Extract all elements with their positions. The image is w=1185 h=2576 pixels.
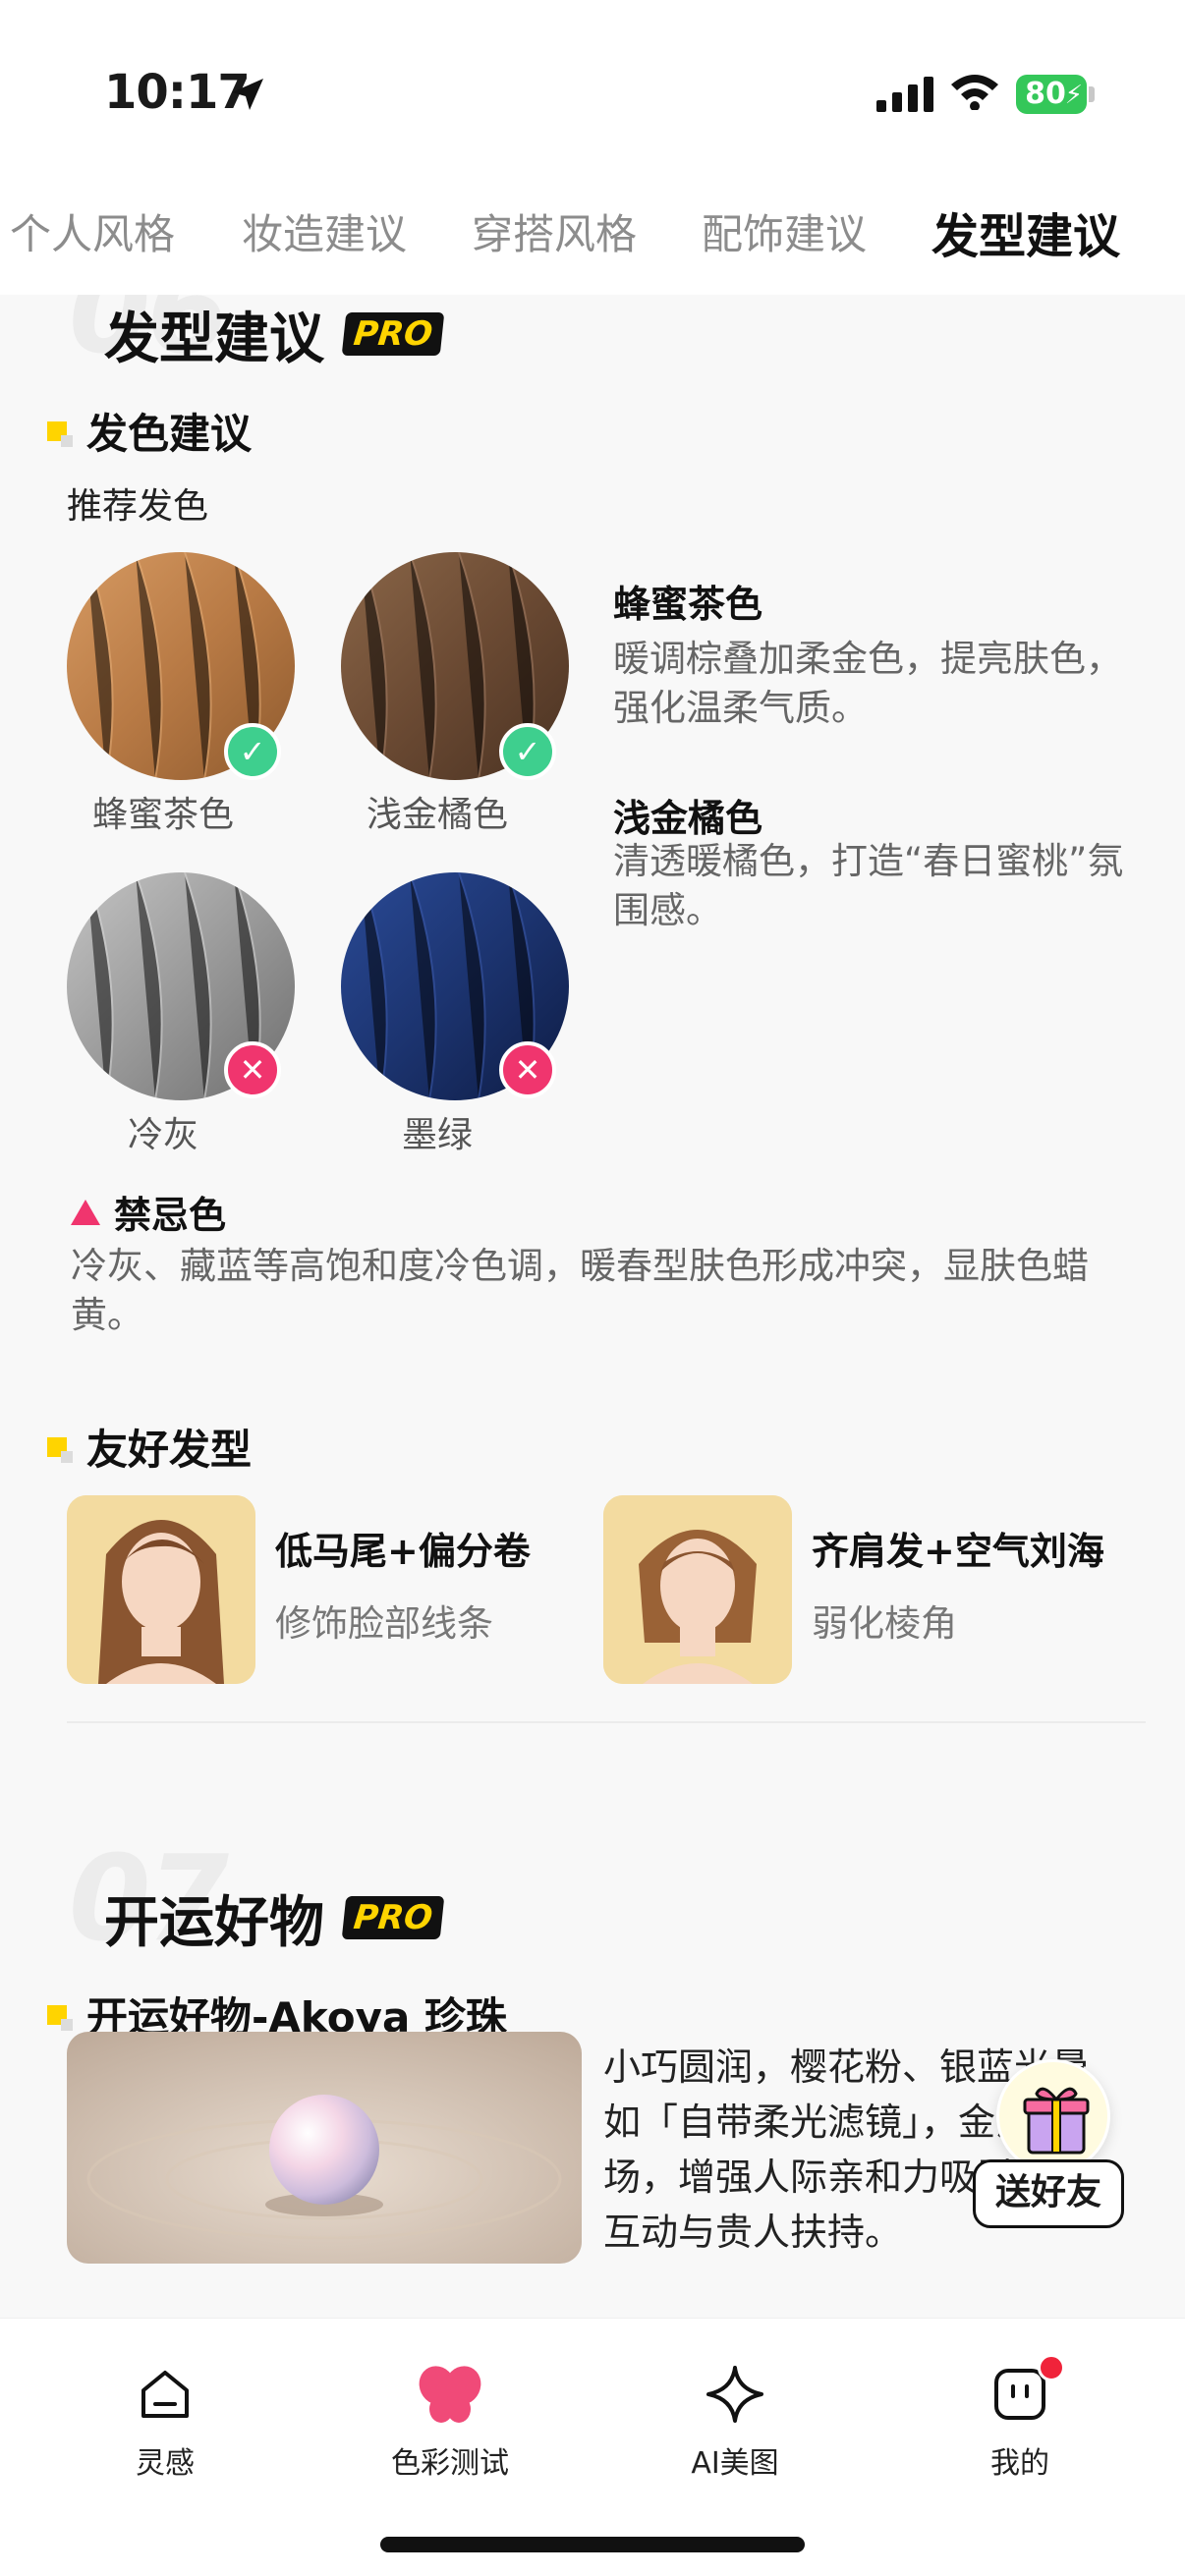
sparkle-icon: [706, 2366, 763, 2423]
hairstyle-desc: 弱化棱角: [812, 1602, 957, 1645]
section-lucky-header: 07 开运好物 PRO: [69, 1831, 445, 1968]
desc-body: 暖调棕叠加柔金色，提亮肤色，强化温柔气质。: [613, 638, 1122, 729]
avoid-x-icon: ✕: [224, 1041, 281, 1098]
taboo-color-heading: 禁忌色: [71, 1185, 226, 1239]
avoid-x-icon: ✕: [499, 1041, 556, 1098]
tab-hairstyle[interactable]: 发型建议: [931, 197, 1120, 266]
pro-badge: PRO: [341, 312, 445, 356]
home-indicator[interactable]: [380, 2537, 805, 2552]
section-title: 开运好物: [104, 1878, 324, 1958]
hairstyle-photo-2[interactable]: [603, 1495, 792, 1684]
recommended-check-icon: ✓: [499, 723, 556, 780]
tab-makeup[interactable]: 妆造建议: [242, 201, 407, 261]
tab-accessories[interactable]: 配饰建议: [702, 201, 867, 261]
category-tabs: 个人风格 妆造建议 穿搭风格 配饰建议 发型建议: [0, 172, 1185, 295]
section-title: 发型建议: [104, 295, 324, 374]
heading-marker: [47, 2004, 73, 2031]
woman-portrait-image: [603, 1495, 792, 1684]
friendly-hairstyle-heading-text: 友好发型: [86, 1426, 253, 1474]
home-icon: [141, 2371, 189, 2418]
nav-label: 灵感: [136, 2446, 195, 2481]
heading-marker: [47, 420, 73, 447]
cellular-signal-icon: [876, 77, 933, 112]
swatch-name: 冷灰: [127, 1115, 198, 1155]
status-bar: 10:17 80 ⚡: [0, 0, 1185, 172]
pearl-photo[interactable]: [67, 2032, 582, 2264]
hair-color-heading-text: 发色建议: [86, 410, 253, 458]
section-hair-header: 06 发型建议 PRO: [69, 295, 445, 380]
pearl-image: [67, 2032, 582, 2264]
wifi-icon: [951, 75, 998, 110]
hairstyle-name: 齐肩发+空气刘海: [812, 1530, 1104, 1573]
section-divider: [67, 1721, 1146, 1723]
heading-marker: [47, 1436, 73, 1463]
taboo-body: 冷灰、藏蓝等高饱和度冷色调，暖春型肤色形成冲突，显肤色蜡黄。: [71, 1245, 1089, 1336]
charging-bolt-icon: ⚡: [1064, 81, 1083, 110]
location-arrow-icon: [232, 79, 263, 110]
nav-ai-image[interactable]: AI美图: [637, 2360, 833, 2482]
nav-label: 色彩测试: [391, 2446, 509, 2481]
nav-label: 我的: [990, 2446, 1049, 2481]
nav-inspiration[interactable]: 灵感: [67, 2360, 263, 2482]
desc-body: 清透暖橘色，打造“春日蜜桃”氛围感。: [613, 840, 1124, 931]
notification-dot: [1038, 2354, 1065, 2381]
recommend-label: 推荐发色: [67, 486, 209, 527]
pro-badge: PRO: [341, 1896, 445, 1939]
tab-outfit[interactable]: 穿搭风格: [472, 201, 637, 261]
swatch-name: 蜂蜜茶色: [91, 795, 234, 835]
battery-icon: 80 ⚡: [1016, 75, 1087, 114]
hairstyle-desc: 修饰脸部线条: [275, 1602, 493, 1645]
desc-title: 蜂蜜茶色: [613, 583, 763, 626]
nav-mine[interactable]: 我的: [922, 2354, 1118, 2482]
recommended-check-icon: ✓: [224, 723, 281, 780]
hair-color-heading: 发色建议: [47, 401, 252, 461]
woman-portrait-image: [67, 1495, 255, 1684]
taboo-title: 禁忌色: [114, 1194, 227, 1237]
gift-bubble: [996, 2059, 1110, 2173]
desc-title: 浅金橘色: [613, 797, 763, 840]
share-gift-button[interactable]: 送好友: [973, 2059, 1126, 2236]
swatch-name: 浅金橘色: [366, 795, 508, 835]
battery-cap: [1089, 86, 1095, 102]
friendly-hairstyle-heading: 友好发型: [47, 1417, 252, 1477]
scroll-content[interactable]: 06 发型建议 PRO 发色建议 推荐发色 ✓ 蜂蜜茶色 ✓ 浅金橘色 ✕ 冷灰…: [0, 295, 1185, 2319]
warning-triangle-icon: [71, 1199, 100, 1225]
hairstyle-name: 低马尾+偏分卷: [275, 1530, 531, 1573]
butterfly-icon: [419, 2366, 481, 2423]
tab-personal-style[interactable]: 个人风格: [10, 201, 175, 261]
gift-label: 送好友: [973, 2159, 1124, 2228]
nav-label: AI美图: [691, 2446, 779, 2481]
nav-color-test[interactable]: 色彩测试: [352, 2360, 548, 2482]
hairstyle-photo-1[interactable]: [67, 1495, 255, 1684]
swatch-name: 墨绿: [401, 1115, 473, 1155]
